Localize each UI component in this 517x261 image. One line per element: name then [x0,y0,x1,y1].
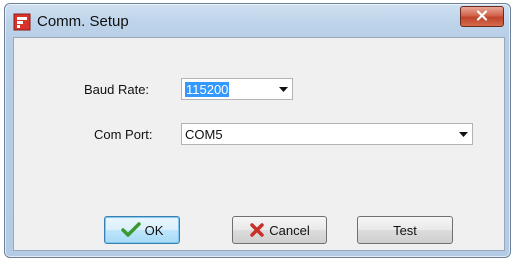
cancel-button[interactable]: Cancel [232,216,327,244]
x-mark-icon [249,222,265,238]
close-icon [476,8,488,26]
dialog-window: Comm. Setup Baud Rate: 115200 Com Port: … [4,3,511,258]
com-port-select[interactable]: COM5 [181,123,473,145]
app-icon [13,13,31,31]
test-label: Test [393,222,417,238]
baud-rate-value: 115200 [185,81,230,97]
baud-rate-label: Baud Rate: [84,82,150,97]
checkmark-icon [120,222,141,238]
com-port-label: Com Port: [94,127,153,142]
baud-rate-select[interactable]: 115200 [181,78,293,100]
window-title: Comm. Setup [37,13,129,30]
chevron-down-icon[interactable] [454,124,472,144]
close-button[interactable] [460,6,504,27]
test-button[interactable]: Test [357,216,453,244]
title-bar[interactable]: Comm. Setup [5,4,510,38]
chevron-down-icon[interactable] [274,79,292,99]
com-port-value: COM5 [185,126,223,142]
dialog-content: Baud Rate: 115200 Com Port: COM5 OK Canc… [13,37,505,251]
ok-label: OK [144,222,164,238]
cancel-label: Cancel [269,222,310,238]
ok-button[interactable]: OK [104,216,180,244]
